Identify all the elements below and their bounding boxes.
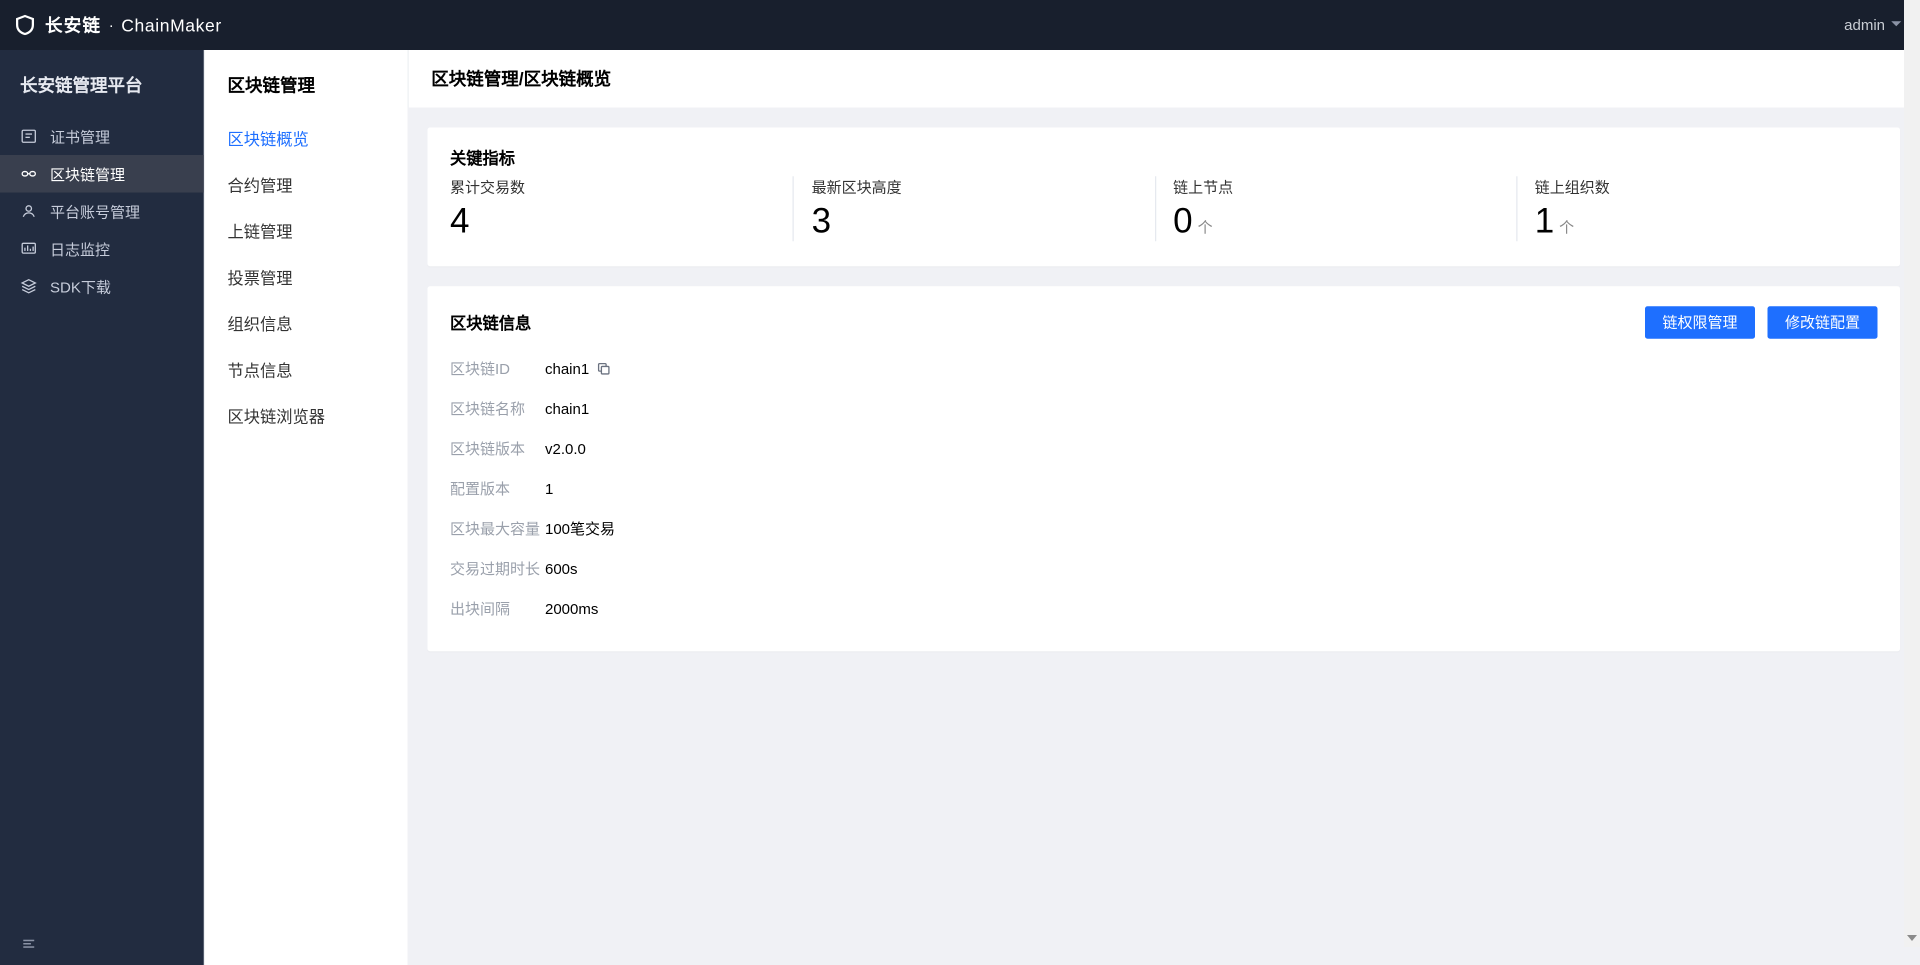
kpi-label: 链上节点 bbox=[1173, 176, 1516, 197]
info-value: chain1 bbox=[545, 360, 589, 378]
sub-item-vote[interactable]: 投票管理 bbox=[205, 254, 408, 300]
chain-info-title: 区块链信息 bbox=[450, 310, 531, 334]
info-row-chain-id: 区块链ID chain1 bbox=[450, 348, 1878, 388]
sub-item-node[interactable]: 节点信息 bbox=[205, 346, 408, 392]
info-key: 区块链ID bbox=[450, 358, 545, 379]
info-row-chain-name: 区块链名称 chain1 bbox=[450, 388, 1878, 428]
nav-item-blockchain[interactable]: 区块链管理 bbox=[0, 155, 204, 193]
nav-item-log[interactable]: 日志监控 bbox=[0, 230, 204, 268]
breadcrumb: 区块链管理/区块链概览 bbox=[431, 66, 611, 91]
chain-auth-button[interactable]: 链权限管理 bbox=[1645, 306, 1755, 339]
download-stack-icon bbox=[20, 278, 38, 296]
nav-label: SDK下载 bbox=[50, 276, 111, 297]
info-row-block-interval: 出块间隔 2000ms bbox=[450, 588, 1878, 628]
nav-item-account[interactable]: 平台账号管理 bbox=[0, 193, 204, 231]
brand-name-en: ChainMaker bbox=[121, 15, 222, 35]
info-key: 区块链版本 bbox=[450, 438, 545, 459]
scrollbar-down-arrow-icon bbox=[1907, 935, 1917, 941]
copy-icon[interactable] bbox=[597, 361, 612, 376]
chain-info-table: 区块链ID chain1 区块链名称 chain1 bbox=[450, 348, 1878, 628]
nav-label: 证书管理 bbox=[50, 126, 110, 147]
sidebar-nav: 长安链管理平台 证书管理 区块链管理 平台账号管理 日志监控 SDK下载 bbox=[0, 50, 204, 965]
info-key: 交易过期时长 bbox=[450, 558, 545, 579]
sub-item-explorer[interactable]: 区块链浏览器 bbox=[205, 393, 408, 439]
info-value: v2.0.0 bbox=[545, 440, 586, 458]
kpi-label: 最新区块高度 bbox=[812, 176, 1155, 197]
brand-name-cn: 长安链 bbox=[45, 13, 101, 38]
outer-scrollbar[interactable] bbox=[1904, 0, 1920, 947]
kpi-value: 1 bbox=[1535, 203, 1554, 241]
chainmaker-logo-icon bbox=[13, 13, 38, 38]
sub-item-contract[interactable]: 合约管理 bbox=[205, 161, 408, 207]
platform-title: 长安链管理平台 bbox=[0, 50, 204, 118]
nav-item-sdk[interactable]: SDK下载 bbox=[0, 268, 204, 306]
info-row-block-capacity: 区块最大容量 100笔交易 bbox=[450, 508, 1878, 548]
nav-label: 区块链管理 bbox=[50, 163, 125, 184]
nav-collapse-toggle[interactable] bbox=[0, 923, 204, 965]
info-row-config-version: 配置版本 1 bbox=[450, 468, 1878, 508]
info-row-chain-version: 区块链版本 v2.0.0 bbox=[450, 428, 1878, 468]
nav-item-cert[interactable]: 证书管理 bbox=[0, 118, 204, 156]
kpi-title: 关键指标 bbox=[450, 145, 1878, 169]
user-icon bbox=[20, 203, 38, 221]
kpi-value: 0 bbox=[1173, 203, 1192, 241]
user-name: admin bbox=[1844, 16, 1885, 34]
breadcrumb-bar: 区块链管理/区块链概览 bbox=[408, 50, 1920, 108]
nav-label: 日志监控 bbox=[50, 238, 110, 259]
kpi-label: 累计交易数 bbox=[450, 176, 793, 197]
brand: 长安链 · ChainMaker bbox=[13, 13, 222, 38]
kpi-card: 关键指标 累计交易数 4 最新区块高度 3 bbox=[428, 128, 1901, 266]
content-area: 关键指标 累计交易数 4 最新区块高度 3 bbox=[408, 108, 1920, 965]
info-value: 100笔交易 bbox=[545, 518, 615, 539]
kpi-unit: 个 bbox=[1198, 216, 1213, 237]
nav-label: 平台账号管理 bbox=[50, 201, 140, 222]
sub-item-onchain[interactable]: 上链管理 bbox=[205, 208, 408, 254]
monitor-icon bbox=[20, 240, 38, 258]
cert-icon bbox=[20, 128, 38, 146]
chain-info-card: 区块链信息 链权限管理 修改链配置 区块链ID chain1 bbox=[428, 286, 1901, 651]
chain-icon bbox=[20, 165, 38, 183]
kpi-nodes: 链上节点 0 个 bbox=[1154, 176, 1516, 241]
collapse-icon bbox=[20, 935, 38, 953]
info-value: 1 bbox=[545, 480, 553, 498]
topbar: 长安链 · ChainMaker admin bbox=[0, 0, 1920, 50]
chain-config-button[interactable]: 修改链配置 bbox=[1767, 306, 1877, 339]
info-value: chain1 bbox=[545, 400, 589, 418]
chevron-down-icon bbox=[1890, 16, 1903, 34]
kpi-value: 4 bbox=[450, 203, 469, 241]
info-value: 600s bbox=[545, 560, 578, 578]
info-key: 配置版本 bbox=[450, 478, 545, 499]
sub-sidebar: 区块链管理 区块链概览 合约管理 上链管理 投票管理 组织信息 节点信息 区块链… bbox=[204, 50, 408, 965]
user-menu[interactable]: admin bbox=[1844, 16, 1902, 34]
sub-item-org[interactable]: 组织信息 bbox=[205, 300, 408, 346]
info-value: 2000ms bbox=[545, 600, 598, 618]
kpi-label: 链上组织数 bbox=[1535, 176, 1878, 197]
sub-sidebar-title: 区块链管理 bbox=[205, 65, 408, 115]
kpi-orgs: 链上组织数 1 个 bbox=[1516, 176, 1878, 241]
brand-separator: · bbox=[109, 16, 114, 34]
kpi-unit: 个 bbox=[1559, 216, 1574, 237]
kpi-tx-count: 累计交易数 4 bbox=[450, 176, 793, 241]
info-key: 区块链名称 bbox=[450, 398, 545, 419]
info-key: 区块最大容量 bbox=[450, 518, 545, 539]
info-key: 出块间隔 bbox=[450, 598, 545, 619]
kpi-block-height: 最新区块高度 3 bbox=[793, 176, 1155, 241]
sub-item-overview[interactable]: 区块链概览 bbox=[205, 115, 408, 161]
main: 区块链管理/区块链概览 关键指标 累计交易数 4 bbox=[408, 50, 1920, 965]
info-row-tx-expiry: 交易过期时长 600s bbox=[450, 548, 1878, 588]
kpi-value: 3 bbox=[812, 203, 831, 241]
